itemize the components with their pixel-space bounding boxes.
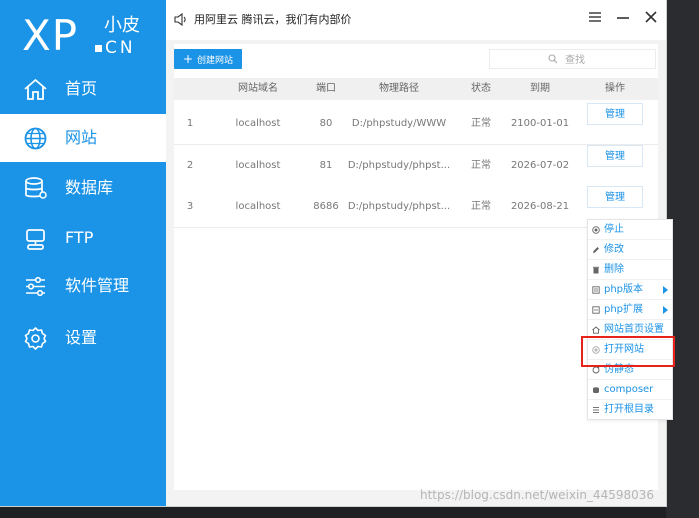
- composer-icon: [593, 387, 599, 394]
- menu-icon[interactable]: [588, 10, 602, 26]
- search-input[interactable]: [563, 51, 647, 69]
- column-header-port: 端口: [316, 83, 336, 94]
- row-path: D:/phpstudy/phpst...: [347, 160, 451, 171]
- row-status: 正常: [471, 160, 491, 171]
- menu-item-label: php扩展: [604, 304, 644, 315]
- manage-button[interactable]: 管理: [587, 145, 643, 167]
- topbar: 用阿里云 腾讯云，我们有内部价: [166, 0, 666, 40]
- menu-item-label: 打开根目录: [604, 404, 654, 415]
- home-icon: [24, 78, 47, 100]
- menu-item-stop[interactable]: 停止: [588, 220, 672, 240]
- minimize-icon[interactable]: [616, 10, 630, 26]
- row-status: 正常: [471, 201, 491, 212]
- sidebar-item-label: 软件管理: [65, 276, 130, 295]
- promo-notice-text: 用阿里云 腾讯云，我们有内部价: [194, 13, 352, 26]
- logo: XP 小皮 CN: [22, 12, 152, 60]
- column-header-path: 物理路径: [379, 83, 419, 94]
- promo-notice[interactable]: 用阿里云 腾讯云，我们有内部价: [174, 11, 352, 27]
- table-row: 3 localhost 8686 D:/phpstudy/phpst... 正常…: [174, 186, 658, 228]
- row-index: 2: [186, 160, 194, 171]
- edit-icon: [593, 247, 599, 253]
- row-expiry: 2026-08-21: [510, 201, 570, 212]
- php-version-icon: [592, 286, 600, 294]
- row-index: 1: [186, 118, 194, 129]
- gear-icon: [24, 327, 47, 350]
- menu-item-label: 停止: [604, 224, 624, 235]
- create-site-button[interactable]: + 创建网站: [174, 49, 242, 69]
- table-row: 1 localhost 80 D:/phpstudy/WWW 正常 2100-0…: [174, 103, 658, 145]
- plus-icon: +: [182, 52, 194, 66]
- submenu-arrow-icon: [663, 306, 668, 314]
- app-window: XP 小皮 CN 首页 网站 数据库 FTP 软件管理 设置 用阿里云 腾讯云，…: [0, 0, 666, 506]
- search-icon: [548, 54, 558, 64]
- row-domain: localhost: [235, 160, 281, 171]
- sidebar-item-ftp[interactable]: FTP: [0, 214, 166, 262]
- row-domain: localhost: [235, 201, 281, 212]
- sidebar: XP 小皮 CN 首页 网站 数据库 FTP 软件管理 设置: [0, 0, 166, 506]
- menu-item-edit[interactable]: 修改: [588, 240, 672, 260]
- annotation-highlight-box: [581, 336, 675, 367]
- main-panel: +创建网站 网站域名 端口 物理路径 状态 到期 操作 1 localhost …: [174, 44, 658, 490]
- stop-icon: [592, 226, 600, 234]
- menu-item-php-version[interactable]: php版本: [588, 280, 672, 300]
- sidebar-item-home[interactable]: 首页: [0, 65, 166, 113]
- sidebar-item-database[interactable]: 数据库: [0, 164, 166, 212]
- manage-button[interactable]: 管理: [587, 103, 643, 125]
- sidebar-item-software[interactable]: 软件管理: [0, 262, 166, 310]
- menu-item-label: composer: [604, 384, 654, 395]
- row-path: D:/phpstudy/phpst...: [347, 201, 451, 212]
- context-menu: 停止 修改 删除 php版本 php扩展 网站首页设置 打开网站 伪静态 com…: [587, 219, 673, 420]
- column-header-domain: 网站域名: [238, 83, 278, 94]
- menu-item-composer[interactable]: composer: [588, 380, 672, 400]
- close-icon[interactable]: [644, 10, 658, 26]
- trash-icon: [593, 266, 599, 274]
- submenu-arrow-icon: [663, 286, 668, 294]
- logo-top: 小皮: [104, 15, 140, 36]
- menu-item-label: 删除: [604, 264, 624, 275]
- sidebar-item-settings[interactable]: 设置: [0, 314, 166, 362]
- monitor-icon: [26, 229, 45, 250]
- table-header: 网站域名 端口 物理路径 状态 到期 操作: [174, 78, 658, 100]
- row-expiry: 2100-01-01: [510, 118, 570, 129]
- globe-icon: [24, 127, 47, 150]
- home-small-icon: [592, 326, 600, 334]
- row-domain: localhost: [235, 118, 281, 129]
- table-row: 2 localhost 81 D:/phpstudy/phpst... 正常 2…: [174, 145, 658, 187]
- sidebar-item-label: 首页: [65, 79, 98, 98]
- manage-button[interactable]: 管理: [587, 186, 643, 208]
- folder-list-icon: [593, 407, 599, 413]
- sidebar-item-label: 数据库: [65, 178, 114, 197]
- sidebar-item-label: 设置: [65, 328, 98, 347]
- row-status: 正常: [471, 118, 491, 129]
- logo-bottom: CN: [105, 38, 136, 58]
- menu-item-delete[interactable]: 删除: [588, 260, 672, 280]
- menu-item-label: 修改: [604, 244, 624, 255]
- speaker-icon: [174, 12, 186, 26]
- row-port: 81: [319, 160, 333, 171]
- logo-main: XP: [22, 11, 79, 60]
- sidebar-item-label: FTP: [65, 228, 94, 247]
- menu-item-label: php版本: [604, 284, 644, 295]
- row-expiry: 2026-07-02: [510, 160, 570, 171]
- window-controls: [588, 10, 658, 26]
- rewrite-icon: [592, 366, 600, 374]
- watermark-text: https://blog.csdn.net/weixin_44598036: [420, 488, 655, 502]
- row-port: 80: [319, 118, 333, 129]
- column-header-action: 操作: [605, 83, 625, 94]
- sidebar-item-label: 网站: [65, 128, 98, 147]
- php-extension-icon: [592, 306, 600, 314]
- sidebar-item-websites[interactable]: 网站: [0, 114, 166, 162]
- create-site-label: 创建网站: [197, 56, 234, 66]
- row-index: 3: [186, 201, 194, 212]
- search-box: [489, 49, 656, 69]
- database-icon: [25, 177, 47, 199]
- column-header-status: 状态: [471, 83, 491, 94]
- sliders-icon: [26, 276, 45, 297]
- logo-dot: [95, 45, 102, 52]
- menu-item-open-root[interactable]: 打开根目录: [588, 400, 672, 420]
- row-path: D:/phpstudy/WWW: [351, 118, 447, 129]
- column-header-expiry: 到期: [530, 83, 550, 94]
- menu-item-php-extension[interactable]: php扩展: [588, 300, 672, 320]
- row-port: 8686: [313, 201, 339, 212]
